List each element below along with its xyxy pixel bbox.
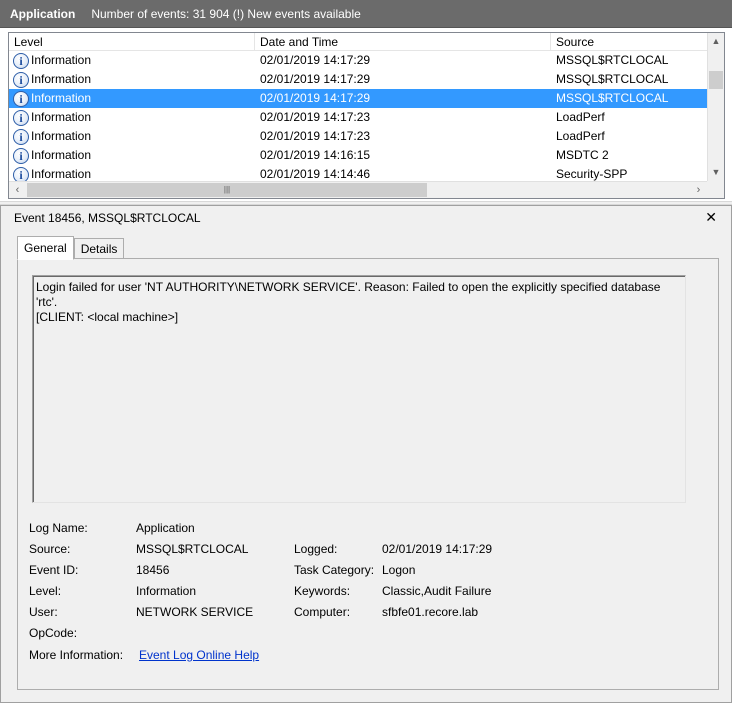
label-log-name: Log Name:: [29, 521, 88, 535]
label-user: User:: [29, 605, 58, 619]
value-level: Information: [136, 584, 197, 598]
label-event-id: Event ID:: [29, 563, 79, 577]
label-computer: Computer:: [294, 605, 351, 619]
cell-source: MSSQL$RTCLOCAL: [556, 72, 669, 86]
cell-date-time: 02/01/2019 14:17:23: [260, 129, 371, 143]
scroll-up-arrow-icon[interactable]: ▲: [708, 33, 724, 50]
general-tab-panel: Login failed for user 'NT AUTHORITY\NETW…: [17, 258, 719, 690]
event-rows: i Information 02/01/2019 14:17:29 MSSQL$RTC…: [9, 51, 708, 184]
cell-level-text: Information: [31, 91, 92, 105]
cell-level: i Information: [9, 146, 255, 165]
cell-date-time: 02/01/2019 14:17:29: [260, 53, 371, 67]
information-icon: i: [13, 90, 29, 107]
cell-source: MSSQL$RTCLOCAL: [556, 53, 669, 67]
event-list[interactable]: Level Date and Time Source i Information 0…: [8, 32, 725, 199]
close-icon[interactable]: ✕: [705, 209, 717, 226]
event-message-box[interactable]: Login failed for user 'NT AUTHORITY\NETW…: [32, 275, 686, 503]
cell-date-time: 02/01/2019 14:16:15: [260, 148, 371, 162]
event-message-line-2: [CLIENT: <local machine>]: [36, 310, 179, 324]
event-detail-pane: Event 18456, MSSQL$RTCLOCAL ✕ General De…: [0, 205, 732, 703]
cell-level: i Information: [9, 51, 255, 70]
event-detail-title: Event 18456, MSSQL$RTCLOCAL: [14, 211, 201, 225]
scroll-left-arrow-icon[interactable]: ‹: [9, 182, 26, 198]
value-event-id: 18456: [136, 563, 170, 577]
cell-date-time: 02/01/2019 14:17:29: [260, 91, 371, 105]
vertical-scrollbar[interactable]: ▲ ▼: [707, 33, 724, 181]
cell-source: LoadPerf: [556, 129, 605, 143]
column-header-source[interactable]: Source: [551, 33, 708, 51]
label-task-category: Task Category:: [294, 563, 375, 577]
event-row[interactable]: i Information 02/01/2019 14:17:23 LoadPerf: [9, 127, 708, 146]
label-source: Source:: [29, 542, 71, 556]
cell-level-text: Information: [31, 129, 92, 143]
horizontal-scrollbar[interactable]: ‹ ||| ›: [9, 181, 724, 198]
value-logged: 02/01/2019 14:17:29: [382, 542, 493, 556]
cell-level-text: Information: [31, 53, 92, 67]
value-source: MSSQL$RTCLOCAL: [136, 542, 249, 556]
tab-general[interactable]: General: [17, 236, 74, 260]
information-icon: i: [13, 128, 29, 145]
cell-level-text: Information: [31, 72, 92, 86]
horizontal-scroll-thumb[interactable]: |||: [27, 183, 427, 197]
event-row[interactable]: i Information 02/01/2019 14:17:29 MSSQL$RTC…: [9, 89, 708, 108]
event-message-line-1: Login failed for user 'NT AUTHORITY\NETW…: [36, 280, 661, 309]
information-icon: i: [13, 71, 29, 88]
label-more-information: More Information:: [29, 648, 124, 662]
value-keywords: Classic,Audit Failure: [382, 584, 492, 598]
scrollbar-corner: [707, 181, 724, 198]
information-icon: i: [13, 109, 29, 126]
scroll-right-arrow-icon[interactable]: ›: [690, 182, 707, 198]
value-task-category: Logon: [382, 563, 416, 577]
label-logged: Logged:: [294, 542, 338, 556]
title-bar: Application Number of events: 31 904 (!)…: [0, 0, 732, 28]
tab-details[interactable]: Details: [73, 238, 125, 260]
cell-source: LoadPerf: [556, 110, 605, 124]
cell-date-time: 02/01/2019 14:17:23: [260, 110, 371, 124]
cell-level: i Information: [9, 127, 255, 146]
detail-tabs: General Details: [17, 236, 125, 260]
value-computer: sfbfe01.recore.lab: [382, 605, 479, 619]
value-log-name: Application: [136, 521, 195, 535]
event-row[interactable]: i Information 02/01/2019 14:17:29 MSSQL$RTC…: [9, 70, 708, 89]
column-header-level[interactable]: Level: [9, 33, 255, 51]
event-row[interactable]: i Information 02/01/2019 14:17:23 LoadPerf: [9, 108, 708, 127]
label-keywords: Keywords:: [294, 584, 351, 598]
cell-source: MSSQL$RTCLOCAL: [556, 91, 669, 105]
cell-level: i Information: [9, 108, 255, 127]
cell-level-text: Information: [31, 148, 92, 162]
column-header-date-time[interactable]: Date and Time: [255, 33, 551, 51]
cell-date-time: 02/01/2019 14:17:29: [260, 72, 371, 86]
label-level: Level:: [29, 584, 62, 598]
event-count-summary: Number of events: 31 904 (!) New events …: [91, 6, 361, 21]
label-opcode: OpCode:: [29, 626, 78, 640]
event-list-header: Level Date and Time Source: [9, 33, 708, 51]
vertical-scroll-thumb[interactable]: [709, 71, 723, 89]
cell-level: i Information: [9, 89, 255, 108]
scroll-down-arrow-icon[interactable]: ▼: [708, 164, 724, 181]
event-log-online-help-link[interactable]: Event Log Online Help: [139, 648, 259, 662]
value-user: NETWORK SERVICE: [136, 605, 254, 619]
cell-level-text: Information: [31, 110, 92, 124]
cell-level: i Information: [9, 70, 255, 89]
event-row[interactable]: i Information 02/01/2019 14:16:15 MSDTC 2: [9, 146, 708, 165]
information-icon: i: [13, 52, 29, 69]
cell-source: MSDTC 2: [556, 148, 609, 162]
log-name-title: Application: [10, 6, 76, 21]
event-row[interactable]: i Information 02/01/2019 14:17:29 MSSQL$RTC…: [9, 51, 708, 70]
information-icon: i: [13, 147, 29, 164]
